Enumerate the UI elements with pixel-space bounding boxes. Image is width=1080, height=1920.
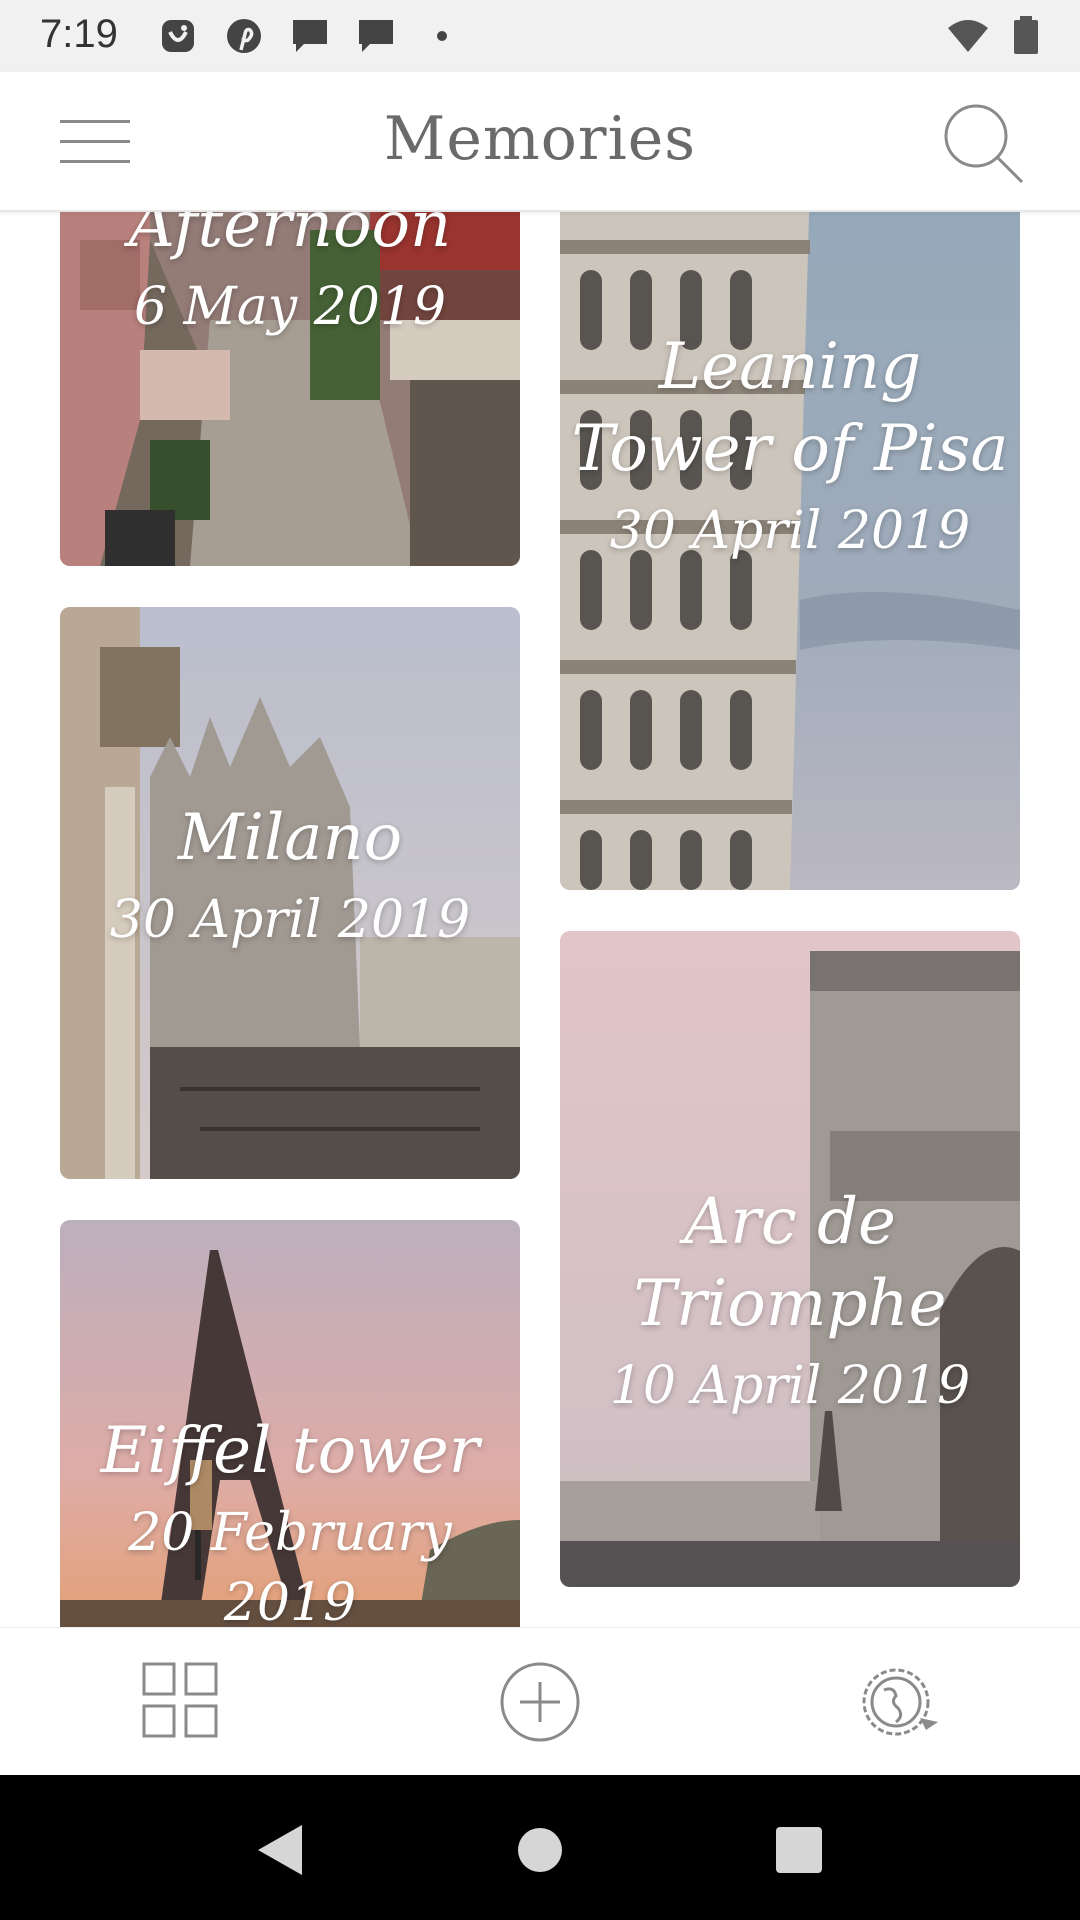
home-icon[interactable] <box>505 1815 575 1885</box>
status-time: 7:19 <box>40 12 118 56</box>
memory-card[interactable]: Arc de Triomphe 10 April 2019 <box>560 931 1020 1587</box>
add-circle-icon[interactable] <box>494 1656 586 1748</box>
memory-date: 30 April 2019 <box>609 501 971 561</box>
app-bar: Memories <box>0 72 1080 212</box>
memories-grid: Afternoon 6 May 2019 Leaning Tower of Pi… <box>0 210 1080 1627</box>
memory-card[interactable]: Eiffel tower 20 February 2019 <box>60 1220 520 1627</box>
memory-date: 6 May 2019 <box>133 277 447 337</box>
memory-date: 30 April 2019 <box>109 890 471 950</box>
memory-card[interactable]: Leaning Tower of Pisa 30 April 2019 <box>560 210 1020 890</box>
memory-title: Arc de Triomphe <box>633 1185 947 1341</box>
memory-title: Eiffel tower <box>100 1414 480 1488</box>
bottom-nav <box>0 1627 1080 1776</box>
grid-icon[interactable] <box>134 1656 226 1748</box>
message-icon <box>359 20 393 52</box>
search-icon[interactable] <box>940 100 1026 186</box>
globe-travel-icon[interactable] <box>854 1656 946 1748</box>
battery-icon <box>1014 16 1038 54</box>
system-nav <box>0 1775 1080 1920</box>
page-title: Memories <box>383 104 697 174</box>
memory-title: Milano <box>177 801 403 875</box>
app-badge-icon <box>162 20 194 52</box>
memory-title: Leaning Tower of Pisa <box>571 330 1009 486</box>
status-bar: 7:19 <box>0 0 1080 72</box>
back-icon[interactable] <box>246 1815 316 1885</box>
dot-icon <box>437 31 447 41</box>
memory-date: 10 April 2019 <box>609 1356 971 1416</box>
wifi-icon <box>948 20 988 52</box>
memory-card[interactable]: Milano 30 April 2019 <box>60 607 520 1179</box>
memory-date: 20 February 2019 <box>128 1503 452 1627</box>
message-icon <box>293 20 327 52</box>
memory-card[interactable]: Afternoon 6 May 2019 <box>60 210 520 566</box>
memory-title: Afternoon <box>128 210 452 262</box>
recents-icon[interactable] <box>764 1815 834 1885</box>
pinterest-icon <box>227 19 261 53</box>
